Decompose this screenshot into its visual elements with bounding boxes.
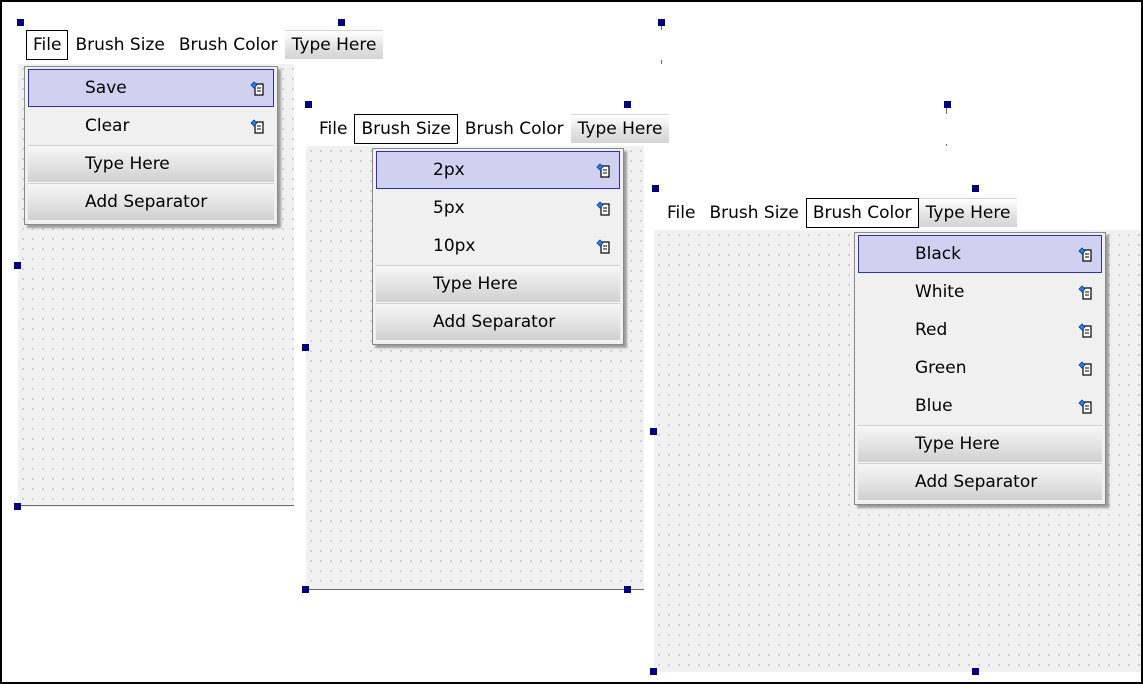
menu-add-separator[interactable]: Add Separator bbox=[858, 463, 1102, 501]
menu-item-label: Type Here bbox=[85, 154, 170, 174]
resize-handle[interactable] bbox=[302, 344, 309, 351]
menubar-item-file[interactable]: File bbox=[660, 198, 702, 228]
menu-type-here[interactable]: Type Here bbox=[28, 145, 274, 183]
menu-item-white[interactable]: White bbox=[858, 273, 1102, 311]
resize-handle[interactable] bbox=[650, 668, 657, 675]
menu-item-label: Type Here bbox=[915, 434, 1000, 454]
menu-item-label: 2px bbox=[433, 160, 465, 180]
menubar-item-brush-size[interactable]: Brush Size bbox=[68, 30, 171, 60]
menu-item-red[interactable]: Red bbox=[858, 311, 1102, 349]
menubar-type-here[interactable]: Type Here bbox=[284, 30, 384, 60]
menu-item-label: Red bbox=[915, 320, 948, 340]
action-icon bbox=[1078, 285, 1092, 300]
resize-handle[interactable] bbox=[624, 586, 631, 593]
menubar-item-brush-size[interactable]: Brush Size bbox=[702, 198, 805, 228]
resize-handle[interactable] bbox=[302, 586, 309, 593]
resize-handle[interactable] bbox=[944, 101, 951, 108]
resize-handle[interactable] bbox=[972, 668, 979, 675]
menu-item-label: Green bbox=[915, 358, 967, 378]
action-icon bbox=[1078, 323, 1092, 338]
menu-item-label: Black bbox=[915, 244, 961, 264]
form-bottom-edge bbox=[306, 589, 644, 590]
menu-item-clear[interactable]: Clear bbox=[28, 107, 274, 145]
menu-item-save[interactable]: Save bbox=[28, 69, 274, 107]
menu-item-label: Add Separator bbox=[915, 472, 1038, 492]
menubar-item-file[interactable]: File bbox=[312, 114, 354, 144]
menu-item-label: Type Here bbox=[433, 274, 518, 294]
action-icon bbox=[1078, 361, 1092, 376]
resize-handle[interactable] bbox=[972, 185, 979, 192]
menubar-item-brush-color[interactable]: Brush Color bbox=[458, 114, 571, 144]
menu-item-2px[interactable]: 2px bbox=[376, 151, 620, 189]
designer-canvas: File Brush Size Brush Color Type Here Sa… bbox=[0, 0, 1143, 684]
menu-add-separator[interactable]: Add Separator bbox=[376, 303, 620, 341]
resize-handle[interactable] bbox=[338, 19, 345, 26]
menubar: File Brush Size Brush Color Type Here bbox=[26, 30, 666, 60]
action-icon bbox=[596, 239, 610, 254]
menu-add-separator[interactable]: Add Separator bbox=[28, 183, 274, 221]
menu-item-label: Add Separator bbox=[433, 312, 556, 332]
menu-item-green[interactable]: Green bbox=[858, 349, 1102, 387]
menu-item-label: Add Separator bbox=[85, 192, 208, 212]
menu-item-blue[interactable]: Blue bbox=[858, 387, 1102, 425]
resize-handle[interactable] bbox=[14, 503, 21, 510]
menu-item-label: 10px bbox=[433, 236, 476, 256]
form-bottom-edge bbox=[18, 505, 294, 506]
menu-type-here[interactable]: Type Here bbox=[376, 265, 620, 303]
menubar-type-here[interactable]: Type Here bbox=[918, 198, 1018, 228]
dropdown-menu-brush-size: 2px 5px 10px Type Here Add Separator bbox=[372, 148, 624, 345]
resize-handle[interactable] bbox=[658, 19, 665, 26]
resize-handle[interactable] bbox=[17, 19, 24, 26]
menu-item-label: Clear bbox=[85, 116, 130, 136]
menubar-item-brush-size[interactable]: Brush Size bbox=[354, 114, 458, 144]
menubar-item-file[interactable]: File bbox=[26, 30, 69, 60]
menu-item-5px[interactable]: 5px bbox=[376, 189, 620, 227]
resize-handle[interactable] bbox=[624, 101, 631, 108]
action-icon bbox=[250, 81, 264, 96]
dropdown-menu-file: Save Clear Type Here Add Separator bbox=[24, 66, 278, 225]
action-icon bbox=[1078, 399, 1092, 414]
menubar-item-brush-color[interactable]: Brush Color bbox=[172, 30, 285, 60]
resize-handle[interactable] bbox=[14, 262, 21, 269]
menubar-type-here[interactable]: Type Here bbox=[570, 114, 670, 144]
resize-handle[interactable] bbox=[650, 428, 657, 435]
menubar-item-brush-color[interactable]: Brush Color bbox=[805, 198, 919, 228]
dropdown-menu-brush-color: Black White Red Green Blue Type Here Add… bbox=[854, 232, 1106, 505]
resize-handle[interactable] bbox=[305, 101, 312, 108]
menu-item-black[interactable]: Black bbox=[858, 235, 1102, 273]
menu-type-here[interactable]: Type Here bbox=[858, 425, 1102, 463]
action-icon bbox=[596, 163, 610, 178]
action-icon bbox=[1078, 247, 1092, 262]
action-icon bbox=[250, 119, 264, 134]
menu-item-label: White bbox=[915, 282, 965, 302]
menubar: File Brush Size Brush Color Type Here bbox=[312, 114, 948, 144]
menu-item-10px[interactable]: 10px bbox=[376, 227, 620, 265]
menu-item-label: Blue bbox=[915, 396, 953, 416]
resize-handle[interactable] bbox=[652, 185, 659, 192]
menubar: File Brush Size Brush Color Type Here bbox=[660, 198, 1141, 228]
menu-item-label: Save bbox=[85, 78, 127, 98]
menu-item-label: 5px bbox=[433, 198, 465, 218]
action-icon bbox=[596, 201, 610, 216]
